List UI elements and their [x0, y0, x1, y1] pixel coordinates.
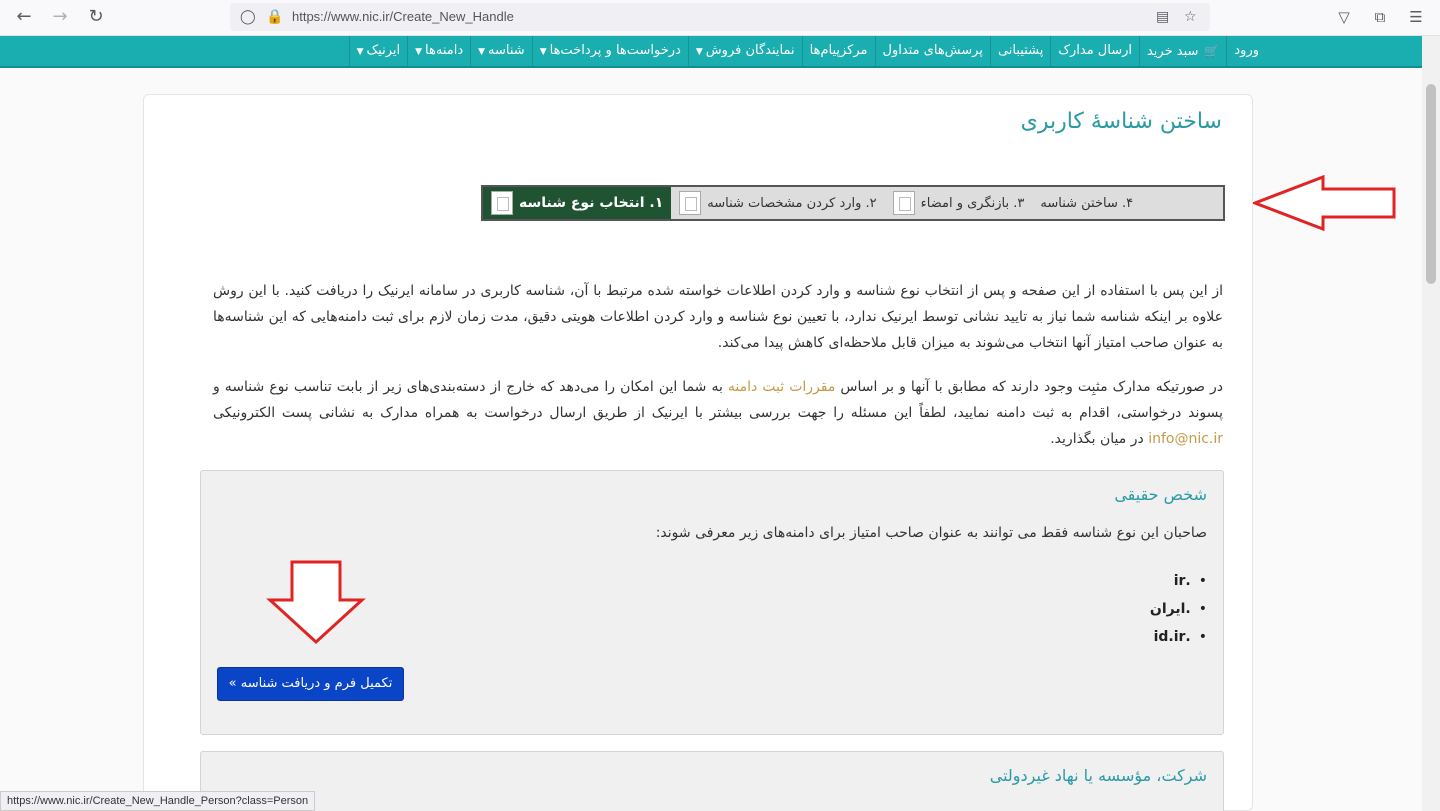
nav-item-label: پشتیبانی: [997, 43, 1044, 58]
cart-icon: 🛒: [1204, 44, 1220, 58]
scroll-thumb[interactable]: [1426, 84, 1436, 284]
broken-image-icon: [679, 191, 702, 215]
person-box-desc: صاحبان این نوع شناسه فقط می توانند به عن…: [655, 525, 1207, 541]
note-paragraph: در صورتیکه مدارک مثبِت وجود دارند که مطا…: [213, 374, 1223, 452]
bookmark-star-icon[interactable]: ☆: [1184, 7, 1197, 27]
status-bar: https://www.nic.ir/Create_New_Handle_Per…: [0, 791, 316, 811]
nav-item-1[interactable]: دامنه‌ها▼: [407, 36, 470, 66]
list-item: .ir: [1150, 567, 1207, 595]
forward-icon[interactable]: →: [48, 6, 72, 28]
nav-item-9[interactable]: 🛒 سبد خرید: [1138, 36, 1226, 66]
nav-item-8[interactable]: ارسال مدارک: [1050, 36, 1139, 66]
broken-image-icon: [892, 191, 915, 215]
red-arrow-down-icon: [266, 560, 366, 645]
person-box-title: شخص حقیقی: [1114, 485, 1207, 504]
wizard-step-2: ۲. وارد کردن مشخصات شناسه: [671, 187, 884, 219]
nav-item-label: ایرنیک: [366, 43, 401, 58]
nav-item-6[interactable]: پرسش‌های متداول: [874, 36, 990, 66]
nav-item-label: نمایندگان فروش: [705, 43, 795, 58]
wizard-step-label: ۴. ساختن شناسه: [1040, 195, 1134, 211]
nav-item-5[interactable]: مرکزپیام‌ها: [801, 36, 875, 66]
complete-form-button[interactable]: تکمیل فرم و دریافت شناسه »: [217, 667, 404, 701]
note-text-1: در صورتیکه مدارک مثبِت وجود دارند که مطا…: [835, 379, 1224, 395]
chevron-down-icon: ▼: [356, 47, 364, 57]
list-item: .ایران: [1150, 595, 1207, 623]
wizard-steps: ۱. انتخاب نوع شناسه ۲. وارد کردن مشخصات ش…: [481, 185, 1225, 221]
email-link[interactable]: info@nic.ir: [1148, 431, 1223, 447]
wizard-step-1: ۱. انتخاب نوع شناسه: [483, 187, 672, 219]
pocket-icon[interactable]: ▽: [1334, 7, 1354, 27]
scrollbar[interactable]: [1422, 36, 1440, 811]
intro-paragraph: از این پس با استفاده از این صفحه و پس از…: [213, 283, 1223, 351]
nav-item-3[interactable]: درخواست‌ها و پرداخت‌ها▼: [531, 36, 688, 66]
nav-item-label: درخواست‌ها و پرداخت‌ها: [549, 43, 681, 58]
reader-view-icon[interactable]: ▤: [1156, 7, 1169, 27]
reload-icon[interactable]: ↻: [84, 6, 108, 28]
wizard-step-4: ۴. ساختن شناسه: [1032, 187, 1141, 219]
red-arrow-left-icon: [1253, 175, 1396, 231]
back-icon[interactable]: ←: [12, 6, 36, 28]
nav-item-label: پرسش‌های متداول: [882, 43, 983, 58]
company-box: شرکت، مؤسسه یا نهاد غیردولتی: [200, 751, 1224, 811]
nav-item-label: ورود: [1234, 43, 1259, 58]
wizard-step-label: ۲. وارد کردن مشخصات شناسه: [707, 195, 877, 211]
nav-item-10[interactable]: ورود: [1226, 36, 1266, 66]
lock-icon[interactable]: 🔒: [266, 7, 283, 27]
wizard-step-label: ۱. انتخاب نوع شناسه: [519, 195, 664, 211]
page-title: ساختن شناسهٔ کاربری: [1020, 109, 1222, 134]
regulations-link[interactable]: مقررات ثبت دامنه: [728, 379, 835, 395]
broken-image-icon: [491, 191, 513, 215]
nav-item-2[interactable]: شناسه▼: [470, 36, 532, 66]
note-text-3: در میان بگذارید.: [1050, 431, 1149, 447]
chevron-down-icon: ▼: [539, 47, 547, 57]
site-navbar: ایرنیک▼ دامنه‌ها▼ شناسه▼ درخواست‌ها و پرداخ…: [0, 36, 1422, 68]
url-bar[interactable]: ◯ 🔒 https://www.nic.ir/Create_New_Handle…: [230, 3, 1210, 31]
nav-item-label: سبد خرید: [1146, 44, 1199, 59]
chevron-down-icon: ▼: [478, 47, 486, 57]
nav-item-4[interactable]: نمایندگان فروش▼: [687, 36, 802, 66]
company-box-title: شرکت، مؤسسه یا نهاد غیردولتی: [989, 766, 1207, 785]
list-item: .id.ir: [1150, 623, 1207, 651]
wizard-step-3: ۳. بازنگری و امضاء: [885, 187, 1033, 219]
nav-item-7[interactable]: پشتیبانی: [989, 36, 1050, 66]
shield-icon[interactable]: ◯: [240, 7, 256, 27]
chevron-down-icon: ▼: [695, 47, 703, 57]
nav-item-label: شناسه: [488, 43, 525, 58]
nav-item-label: ارسال مدارک: [1058, 43, 1132, 58]
menu-icon[interactable]: ☰: [1406, 7, 1426, 27]
chevron-down-icon: ▼: [415, 47, 423, 57]
url-text[interactable]: https://www.nic.ir/Create_New_Handle: [292, 9, 514, 24]
main-menu: ایرنیک▼ دامنه‌ها▼ شناسه▼ درخواست‌ها و پرداخ…: [348, 36, 1266, 66]
nav-item-label: دامنه‌ها: [425, 43, 464, 58]
domain-list: .ir .ایران .id.ir: [1150, 567, 1207, 651]
nav-item-label: مرکزپیام‌ها: [809, 43, 868, 58]
extensions-icon[interactable]: ⧉: [1370, 7, 1390, 27]
browser-toolbar: ← → ↻ ◯ 🔒 https://www.nic.ir/Create_New_…: [0, 0, 1440, 36]
wizard-step-label: ۳. بازنگری و امضاء: [920, 195, 1025, 211]
nav-item-0[interactable]: ایرنیک▼: [348, 36, 408, 66]
